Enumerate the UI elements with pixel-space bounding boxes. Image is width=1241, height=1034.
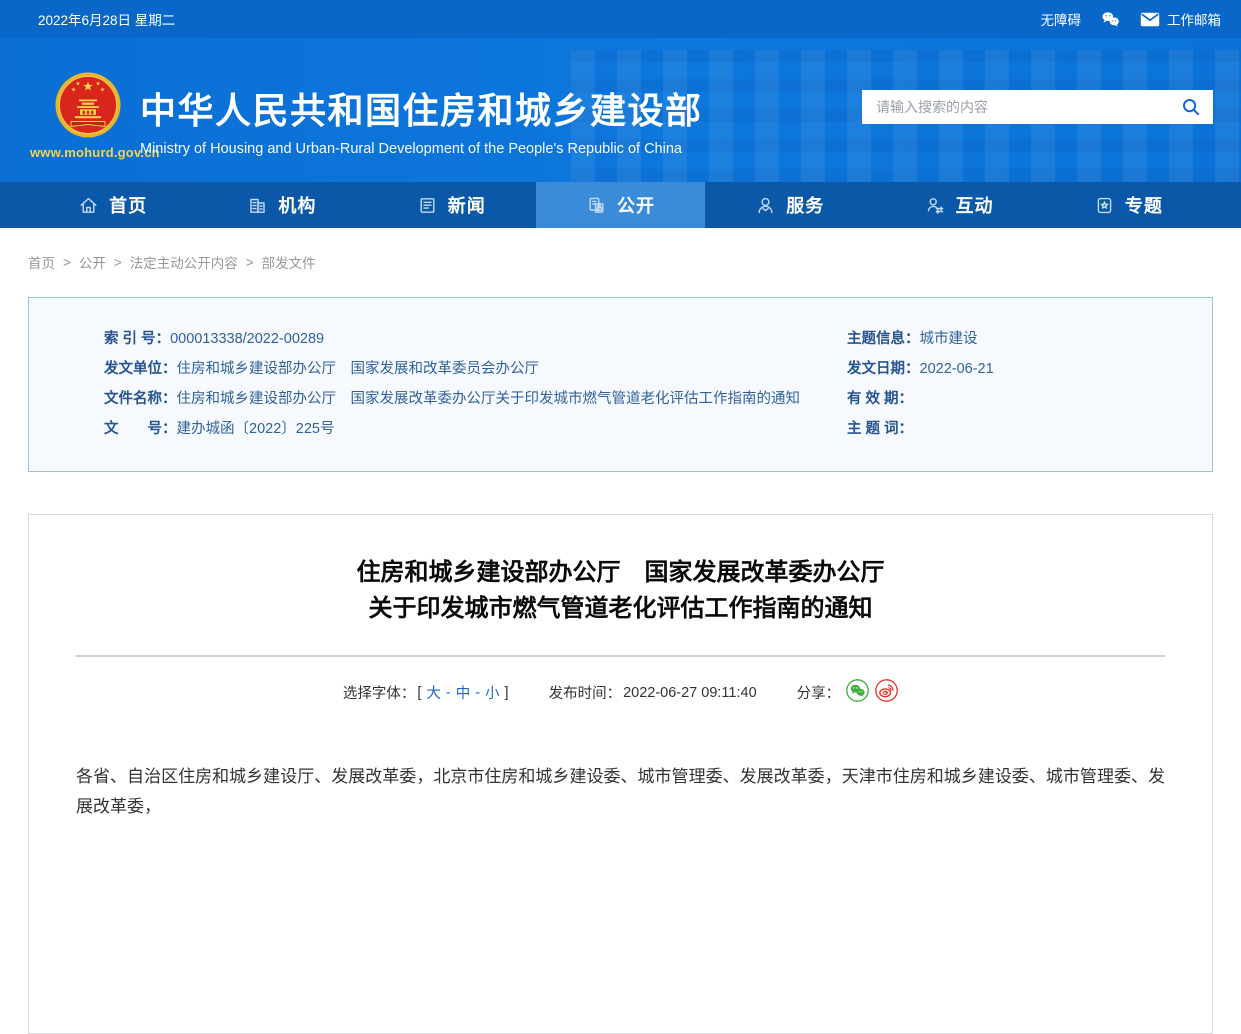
work-mailbox-link[interactable]: 工作邮箱 xyxy=(1140,9,1221,29)
font-size-medium-button[interactable]: 中 xyxy=(453,682,474,703)
topic-icon xyxy=(1094,195,1115,216)
validity-row: 有 效 期： xyxy=(847,384,1182,414)
wechat-icon xyxy=(1101,11,1120,27)
nav-item-home[interactable]: 首页 xyxy=(28,182,197,228)
article-title-line2: 关于印发城市燃气管道老化评估工作指南的通知 xyxy=(76,591,1165,627)
nav-item-interaction[interactable]: 互动 xyxy=(874,182,1043,228)
font-size-large-button[interactable]: 大 xyxy=(423,682,444,703)
news-icon xyxy=(417,195,438,216)
wechat-link[interactable] xyxy=(1101,11,1120,27)
mail-icon xyxy=(1140,12,1160,27)
share-weibo-button[interactable] xyxy=(875,679,898,706)
site-title: 中华人民共和国住房和城乡建设部 xyxy=(140,82,703,134)
article-panel: 住房和城乡建设部办公厅 国家发展改革委办公厅 关于印发城市燃气管道老化评估工作指… xyxy=(28,514,1213,1034)
top-utility-bar: 2022年6月28日 星期二 无障碍 工作邮箱 xyxy=(0,0,1241,38)
document-info-panel: 索 引 号：000013338/2022-00289 发文单位：住房和城乡建设部… xyxy=(28,297,1213,472)
breadcrumb-ministry-documents[interactable]: 部发文件 xyxy=(262,252,316,272)
site-subtitle: Ministry of Housing and Urban-Rural Deve… xyxy=(140,141,703,157)
share-controls: 分享： xyxy=(797,679,899,706)
doc-info-left-column: 索 引 号：000013338/2022-00289 发文单位：住房和城乡建设部… xyxy=(104,324,847,471)
search-button[interactable] xyxy=(1181,97,1201,117)
issue-date-row: 发文日期：2022-06-21 xyxy=(847,354,1182,384)
index-number-row: 索 引 号：000013338/2022-00289 xyxy=(104,324,847,354)
font-size-selector: 选择字体： [ 大 - 中 - 小 ] xyxy=(343,682,509,703)
nav-item-news[interactable]: 新闻 xyxy=(367,182,536,228)
wechat-share-icon xyxy=(846,679,869,702)
article-body: 各省、自治区住房和城乡建设厅、发展改革委，北京市住房和城乡建设委、城市管理委、发… xyxy=(76,762,1165,822)
document-name-row: 文件名称：住房和城乡建设部办公厅 国家发展改革委办公厅关于印发城市燃气管道老化评… xyxy=(104,384,847,414)
issuing-unit-row: 发文单位：住房和城乡建设部办公厅 国家发展和改革委员会办公厅 xyxy=(104,354,847,384)
breadcrumb-statutory-disclosure[interactable]: 法定主动公开内容 xyxy=(130,252,238,272)
article-title-line1: 住房和城乡建设部办公厅 国家发展改革委办公厅 xyxy=(76,555,1165,591)
subject-info-row: 主题信息：城市建设 xyxy=(847,324,1182,354)
nav-item-disclosure[interactable]: 公开 xyxy=(536,182,705,228)
breadcrumb-separator: > xyxy=(63,255,71,270)
breadcrumb-disclosure[interactable]: 公开 xyxy=(79,252,106,272)
home-icon xyxy=(78,195,99,216)
search-box xyxy=(862,90,1213,124)
organization-icon xyxy=(247,195,268,216)
nav-item-topic[interactable]: 专题 xyxy=(1044,182,1213,228)
weibo-share-icon xyxy=(875,679,898,702)
main-nav: 首页 机构 新闻 公开 服务 互动 专题 xyxy=(0,182,1241,228)
breadcrumb-separator: > xyxy=(246,255,254,270)
site-titles: 中华人民共和国住房和城乡建设部 Ministry of Housing and … xyxy=(140,82,703,157)
interaction-icon xyxy=(925,195,946,216)
current-date: 2022年6月28日 星期二 xyxy=(38,9,175,29)
service-icon xyxy=(755,195,776,216)
national-emblem xyxy=(55,72,121,138)
share-wechat-button[interactable] xyxy=(846,679,869,706)
font-size-small-button[interactable]: 小 xyxy=(482,682,503,703)
breadcrumb-separator: > xyxy=(114,255,122,270)
document-number-row: 文 号：建办城函〔2022〕225号 xyxy=(104,414,847,444)
publish-time: 发布时间： 2022-06-27 09:11:40 xyxy=(549,682,757,703)
keywords-row: 主 题 词： xyxy=(847,414,1182,444)
accessibility-link[interactable]: 无障碍 xyxy=(1041,9,1082,29)
article-meta-row: 选择字体： [ 大 - 中 - 小 ] 发布时间： 2022-06-27 09:… xyxy=(76,679,1165,706)
site-header: www.mohurd.gov.cn 中华人民共和国住房和城乡建设部 Minist… xyxy=(0,38,1241,182)
search-input[interactable] xyxy=(874,98,1181,116)
doc-info-right-column: 主题信息：城市建设 发文日期：2022-06-21 有 效 期： 主 题 词： xyxy=(847,324,1182,471)
title-divider xyxy=(76,655,1165,657)
breadcrumb-home[interactable]: 首页 xyxy=(28,252,55,272)
nav-item-service[interactable]: 服务 xyxy=(705,182,874,228)
disclosure-icon xyxy=(586,195,607,216)
nav-item-organization[interactable]: 机构 xyxy=(197,182,366,228)
breadcrumb: 首页 > 公开 > 法定主动公开内容 > 部发文件 xyxy=(28,228,1213,297)
article-title: 住房和城乡建设部办公厅 国家发展改革委办公厅 关于印发城市燃气管道老化评估工作指… xyxy=(76,555,1165,627)
topbar-links: 无障碍 工作邮箱 xyxy=(1041,9,1222,29)
search-icon xyxy=(1181,97,1201,117)
